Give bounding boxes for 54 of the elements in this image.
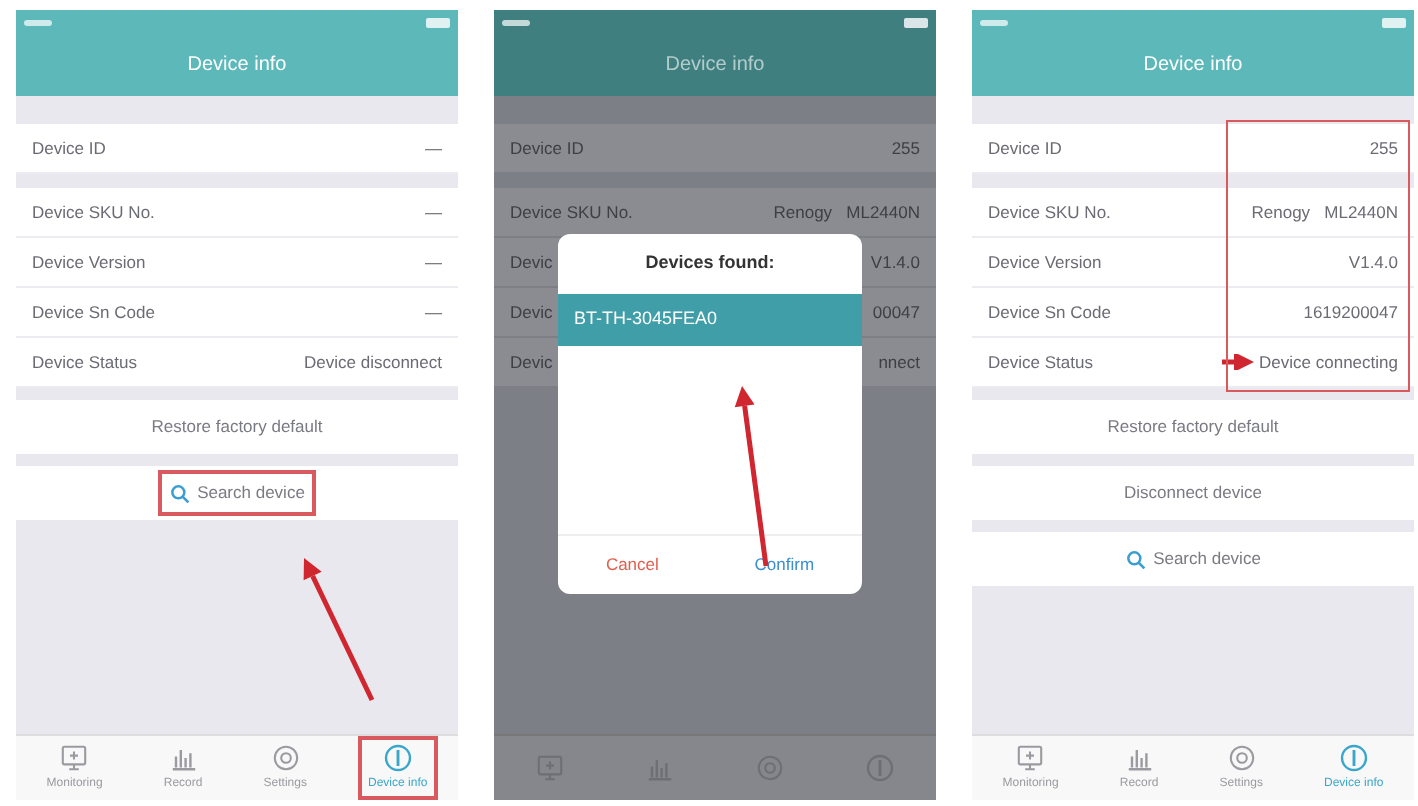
info-icon	[864, 752, 897, 784]
row-value: V1.4.0	[870, 249, 920, 275]
cancel-button[interactable]: Cancel	[605, 552, 659, 578]
monitor-icon	[1014, 742, 1047, 774]
monitor-icon	[533, 752, 566, 784]
row-value: V1.4.0	[1348, 249, 1398, 275]
search-button[interactable]: Search device	[157, 470, 317, 516]
search-icon	[169, 483, 190, 503]
confirm-button[interactable]: Confirm	[754, 552, 815, 578]
row-value: —	[425, 249, 442, 275]
row-value: Renogy ML2440N	[773, 199, 920, 225]
row-label: Device Status	[988, 349, 1093, 375]
screen-title: Device info	[1143, 52, 1243, 80]
row-label: Device SKU No.	[32, 199, 155, 225]
row-value: Device connecting	[1259, 349, 1398, 375]
row-value: —	[425, 135, 442, 161]
row-label: Device Version	[988, 249, 1102, 275]
row-label: Device SKU No.	[510, 199, 633, 225]
battery-icon	[426, 17, 450, 27]
row-value: Device disconnect	[304, 349, 442, 375]
arrow-drawing	[1221, 354, 1254, 370]
screen-title: Device info	[187, 52, 287, 80]
monitor-icon	[58, 742, 91, 774]
row-label: Device ID	[988, 135, 1062, 161]
row-label: Device Version	[32, 249, 146, 275]
row-value: nnect	[878, 349, 920, 375]
arrow-drawing	[303, 558, 375, 702]
screen-title: Device info	[665, 52, 765, 80]
row-value: 1619200047	[1303, 299, 1398, 325]
row-label: Device Sn Code	[32, 299, 155, 325]
battery-icon	[1382, 17, 1406, 27]
device-list-item[interactable]: BT-TH-3045FEA0	[558, 294, 862, 346]
row-label: Device Status	[32, 349, 137, 375]
info-icon	[1337, 742, 1370, 774]
info-icon	[381, 742, 414, 774]
row-label: Devic	[510, 299, 553, 325]
search-icon	[1125, 549, 1146, 569]
gear-icon	[754, 752, 787, 784]
gear-icon	[1225, 742, 1258, 774]
row-label: Devic	[510, 249, 553, 275]
row-label: Device ID	[510, 135, 584, 161]
row-value: 00047	[872, 299, 920, 325]
row-value: Renogy ML2440N	[1251, 199, 1398, 225]
row-label: Devic	[510, 349, 553, 375]
row-label: Device Sn Code	[988, 299, 1111, 325]
row-value: —	[425, 299, 442, 325]
row-value: 255	[1369, 135, 1398, 161]
row-value: —	[425, 199, 442, 225]
row-label: Device ID	[32, 135, 106, 161]
row-label: Device SKU No.	[988, 199, 1111, 225]
dialog-title: Devices found:	[643, 250, 777, 277]
row-value: 255	[891, 135, 920, 161]
gear-icon	[269, 742, 302, 774]
battery-icon	[904, 17, 928, 27]
